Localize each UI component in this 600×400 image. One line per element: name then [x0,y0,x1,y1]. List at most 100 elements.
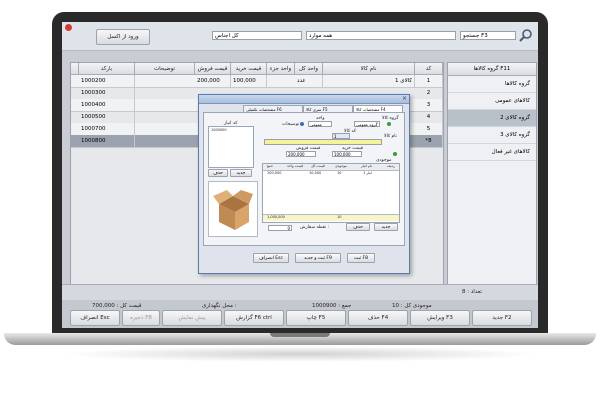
col-unit[interactable]: واحد کل [295,63,323,75]
cell-barcode: 1000400 [79,99,135,111]
add-icon[interactable] [387,122,391,126]
cell-code: 2 [415,87,443,99]
barcode-list[interactable]: 1000000 [208,126,254,168]
cell-barcode: 1000200 [79,75,135,87]
unit-field[interactable]: عمومی [308,121,332,127]
box-icon [213,190,253,230]
group-select[interactable]: همه موارد [306,31,456,40]
sidebar-item[interactable]: کالاهای غیر فعال [448,144,536,161]
fav-button[interactable]: ذخیره F8 [122,310,160,326]
status-bar: تعداد : 8 [62,284,538,301]
col-sum: جمع [267,164,274,168]
product-image[interactable] [208,181,258,237]
cell-code: *8 [415,135,443,147]
tab-extra[interactable]: مشخصات تکمیلی F6 [243,105,303,112]
col-unit-part[interactable]: واحد جزء [267,63,295,75]
dialog-save-button[interactable]: ثبت F8 [347,253,375,263]
sidebar-header: گروه کالاها F11 [448,63,536,76]
add-stock-button[interactable]: جدید [374,223,398,231]
delete-button[interactable]: حذف F4 [348,310,408,326]
desc-label: توضیحات [282,122,300,127]
col-name[interactable]: نام کالا [323,63,415,75]
cell-sell: 200,000 [195,75,231,87]
tab-series[interactable]: سری کالا F5 [303,105,353,112]
group-field[interactable]: گروه عمومی [354,121,380,127]
status-sum: جمع : 1000900 [312,303,352,309]
print-button[interactable]: چاپ F5 [286,310,346,326]
col-desc[interactable]: توضیحات [135,63,195,75]
col-unitprice: قیمت واحد [287,164,303,168]
stock-total: 1,000,000 [267,215,285,219]
group-label: گروه کالا [382,116,399,121]
dialog-save-new-button[interactable]: ثبت و جدید F9 [295,253,341,263]
col-total: قیمت کل [311,164,325,168]
col-buy[interactable]: قیمت خرید [231,63,267,75]
sidebar-item-selected[interactable]: گروه کالای 2 [448,110,536,127]
status-total-stock: موجودی کل : 10 [392,303,432,309]
stock-table-header: ردیف نام انبار موجودی قیمت کل قیمت واحد … [263,164,399,171]
dialog-titlebar: × [199,95,409,104]
col-row: ردیف [387,164,395,168]
buy-price-field[interactable]: 100,000 [332,151,362,157]
cell-code: 1 [415,75,443,87]
sidebar-item[interactable]: گروه کالاها [448,76,536,93]
stock-row[interactable]: انبار 1 10 10,000 100,000 [263,171,399,177]
cell-barcode: 1000500 [79,111,135,123]
col-store: نام انبار [361,164,373,168]
group-sidebar: گروه کالاها F11 گروه کالاها کالاهای عموم… [447,62,537,304]
cell-barcode: 1000300 [79,87,135,99]
cell-unit: عدد [295,75,323,87]
stock-qty: 10 [337,171,342,175]
price-icon [393,152,397,156]
exit-button[interactable]: انصراف Esc [70,310,120,326]
col-sell[interactable]: قیمت فروش [195,63,231,75]
add-barcode-button[interactable]: جدید [230,169,252,177]
close-icon[interactable] [65,24,72,31]
cell-buy: 100,000 [231,75,267,87]
laptop-shadow [60,346,540,362]
row-header [71,63,79,75]
item-dialog: × مشخصات کالا F4 سری کالا F5 مشخصات تکمی… [198,94,410,274]
filter-select[interactable]: کل اجناس [212,31,302,40]
reorder-label: نقطه سفارش : [300,225,330,230]
col-qty: موجودی [335,164,347,168]
name-field[interactable] [264,139,382,145]
delete-barcode-button[interactable]: حذف [208,169,228,177]
info-icon [300,122,304,126]
name-label: نام کالا [384,134,397,139]
dialog-cancel-button[interactable]: انصراف Esc [253,253,289,263]
stock-unitprice: 100,000 [267,171,282,175]
save-button[interactable]: پیش نمایش [162,310,222,326]
barcode-list-item[interactable]: 1000000 [211,128,227,132]
reorder-field[interactable]: 0 [268,225,292,231]
cell-barcode: 1000800 [79,135,135,147]
sell-price-field[interactable]: 200,000 [286,151,316,157]
dialog-body: گروه کالا گروه عمومی واحد عمومی توضیحات … [203,112,405,246]
delete-stock-button[interactable]: حذف [346,223,370,231]
cell-code: 5 [415,123,443,135]
status-total-price: قیمت کل : 700,000 [92,303,142,309]
stock-table: ردیف نام انبار موجودی قیمت کل قیمت واحد … [262,163,400,223]
cell-barcode: 1000700 [79,123,135,135]
new-button[interactable]: جدید F2 [472,310,532,326]
stock-total-row: 1,000,000 10 [263,214,399,221]
col-code[interactable]: کد [415,63,443,75]
toolbar: ورود از اکسل کل اجناس همه موارد جستجو F3 [62,22,538,51]
report-button[interactable]: گزارش F6 ctrl [224,310,284,326]
edit-button[interactable]: ویرایش F3 [410,310,470,326]
cell-code: 4 [415,111,443,123]
sidebar-item[interactable]: گروه کالای 3 [448,127,536,144]
col-barcode[interactable]: بارکد [79,63,135,75]
search-input[interactable]: جستجو F3 [460,31,516,40]
close-icon[interactable]: × [402,95,407,102]
sidebar-item[interactable]: کالاهای عمومی [448,93,536,110]
search-icon[interactable] [519,28,533,42]
cell-code: 3 [415,99,443,111]
stock-price: 10,000 [309,171,322,175]
tab-item-info[interactable]: مشخصات کالا F4 [353,105,403,112]
cell-name: کالای 1 [323,75,415,87]
app-window: ورود از اکسل کل اجناس همه موارد جستجو F3… [62,22,538,328]
status-location: محل نگهداری : [202,303,237,309]
laptop-notch [270,333,330,337]
import-excel-button[interactable]: ورود از اکسل [96,29,150,45]
